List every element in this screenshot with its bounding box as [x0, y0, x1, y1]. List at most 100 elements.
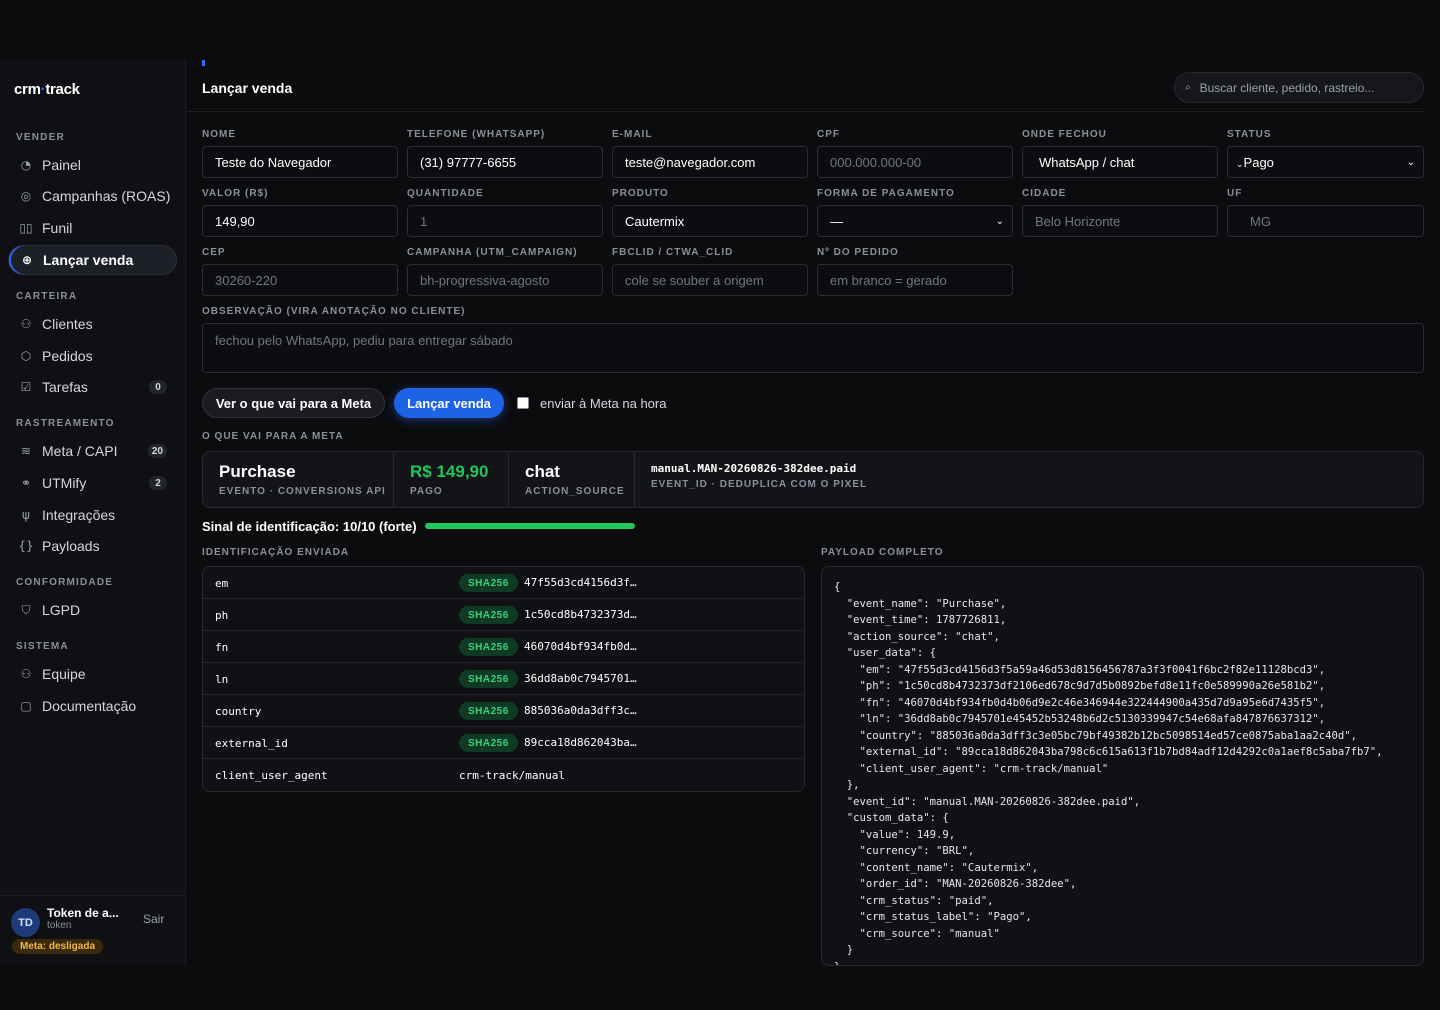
- valor-label: VALOR (R$): [202, 188, 269, 199]
- telefone-field[interactable]: (31) 97777-6655: [407, 146, 603, 178]
- table-row: country SHA256 885036a0da3dff3c…: [203, 695, 804, 727]
- sidebar-item-painel[interactable]: ◔ Painel: [8, 150, 177, 180]
- sidebar-item-payloads[interactable]: {} Payloads: [8, 531, 177, 561]
- identification-label: IDENTIFICAÇÃO ENVIADA: [202, 547, 350, 558]
- quantidade-field[interactable]: 1: [407, 205, 603, 237]
- signal-icon: ≋: [20, 444, 32, 458]
- utmify-count-badge: 2: [149, 476, 167, 490]
- sidebar-item-documentacao[interactable]: ▢ Documentação: [8, 691, 177, 721]
- campanha-field[interactable]: bh-progressiva-agosto: [407, 264, 603, 296]
- tarefas-count-badge: 0: [149, 380, 167, 394]
- sidebar-item-lancar-venda[interactable]: ⊕ Lançar venda: [8, 245, 177, 275]
- summary-source: chat ACTION_SOURCE: [509, 452, 635, 507]
- logout-button[interactable]: Sair: [143, 912, 164, 926]
- pagamento-label: FORMA DE PAGAMENTO: [817, 188, 955, 199]
- box-icon: ⬡: [20, 349, 32, 363]
- produto-label: PRODUTO: [612, 188, 669, 199]
- send-now-label: enviar à Meta na hora: [540, 396, 667, 411]
- payload-code: { "event_name": "Purchase", "event_time"…: [834, 581, 1383, 965]
- payload-label: PAYLOAD COMPLETO: [821, 547, 944, 558]
- section-sistema: SISTEMA: [16, 641, 69, 652]
- sha256-badge: SHA256: [459, 574, 518, 592]
- summary-value: R$ 149,90 PAGO: [394, 452, 509, 507]
- cpf-label: CPF: [817, 129, 840, 140]
- user-role: token: [47, 920, 72, 931]
- fbclid-label: FBCLID / CTWA_CLID: [612, 247, 734, 258]
- table-row: client_user_agent crm-track/manual: [203, 759, 804, 791]
- sidebar-item-tarefas[interactable]: ☑ Tarefas 0: [8, 372, 177, 402]
- observacao-label: OBSERVAÇÃO (VIRA ANOTAÇÃO NO CLIENTE): [202, 306, 466, 317]
- cep-label: CEP: [202, 247, 226, 258]
- target-icon: ◎: [20, 189, 32, 203]
- uf-field[interactable]: MG: [1227, 205, 1424, 237]
- section-conformidade: CONFORMIDADE: [16, 577, 114, 588]
- onde-fechou-select[interactable]: WhatsApp / chat: [1022, 146, 1218, 178]
- team-icon: ⚇: [20, 667, 32, 681]
- nome-field[interactable]: Teste do Navegador: [202, 146, 398, 178]
- sidebar-item-funil[interactable]: ▯▯ Funil: [8, 213, 177, 243]
- funnel-icon: ▯▯: [19, 221, 33, 235]
- sha256-badge: SHA256: [459, 702, 518, 720]
- pedido-field[interactable]: em branco = gerado: [817, 264, 1013, 296]
- send-now-checkbox[interactable]: [517, 397, 529, 409]
- telefone-label: TELEFONE (WHATSAPP): [407, 129, 546, 140]
- sidebar-item-meta-capi[interactable]: ≋ Meta / CAPI 20: [8, 436, 177, 466]
- row-key: country: [215, 705, 262, 718]
- cidade-label: CIDADE: [1022, 188, 1067, 199]
- chevron-down-icon: ⌄: [1406, 156, 1415, 168]
- status-label: STATUS: [1227, 129, 1272, 140]
- row-value: 89cca18d862043ba…: [524, 736, 637, 749]
- fbclid-field[interactable]: cole se souber a origem: [612, 264, 808, 296]
- plug-icon: ψ: [22, 508, 30, 522]
- preview-meta-button[interactable]: Ver o que vai para a Meta: [202, 388, 385, 418]
- braces-icon: {}: [18, 539, 34, 553]
- sidebar-item-utmify[interactable]: ⚭ UTMify 2: [8, 468, 177, 498]
- signal-progress-fill: [425, 523, 635, 529]
- avatar: TD: [11, 908, 40, 937]
- row-key: em: [215, 577, 229, 590]
- meta-preview-label: O QUE VAI PARA A META: [202, 431, 344, 442]
- checkbox-icon: ☑: [20, 380, 32, 394]
- search-input[interactable]: ⌕ Buscar cliente, pedido, rastreio...: [1174, 72, 1424, 103]
- user-box: TD Token de a... token Sair Meta: deslig…: [0, 895, 186, 966]
- email-field[interactable]: teste@navegador.com: [612, 146, 808, 178]
- search-icon: ⌕: [1185, 82, 1191, 93]
- pagamento-select[interactable]: — ⌄: [817, 205, 1013, 237]
- sidebar-item-lgpd[interactable]: ⛉ LGPD: [8, 595, 177, 625]
- doc-icon: ▢: [20, 699, 32, 713]
- row-value: crm-track/manual: [459, 769, 565, 782]
- uf-label: UF: [1227, 188, 1243, 199]
- summary-event-id: manual.MAN-20260826-382dee.paid EVENT_ID…: [651, 462, 868, 490]
- user-name: Token de a...: [47, 906, 119, 920]
- sha256-badge: SHA256: [459, 638, 518, 656]
- produto-field[interactable]: Cautermix: [612, 205, 808, 237]
- cpf-field[interactable]: 000.000.000-00: [817, 146, 1013, 178]
- sidebar-item-campanhas[interactable]: ◎ Campanhas (ROAS): [8, 181, 177, 211]
- sidebar-item-pedidos[interactable]: ⬡ Pedidos: [8, 341, 177, 371]
- page-title: Lançar venda: [202, 80, 293, 96]
- cep-field[interactable]: 30260-220: [202, 264, 398, 296]
- quantidade-label: QUANTIDADE: [407, 188, 484, 199]
- sidebar-item-integracoes[interactable]: ψ Integrações: [8, 500, 177, 530]
- payload-viewer[interactable]: { "event_name": "Purchase", "event_time"…: [821, 566, 1424, 966]
- table-row: ph SHA256 1c50cd8b4732373d…: [203, 599, 804, 631]
- sidebar-item-clientes[interactable]: ⚇ Clientes: [8, 309, 177, 339]
- lancar-venda-button[interactable]: Lançar venda: [394, 388, 504, 418]
- nome-label: NOME: [202, 129, 236, 140]
- status-select[interactable]: ⌄Pago ⌄: [1227, 146, 1424, 178]
- signal-text: Sinal de identificação: 10/10 (forte): [202, 519, 417, 534]
- identification-table: em SHA256 47f55d3cd4156d3f… ph SHA256 1c50cd8…: [202, 566, 805, 792]
- meta-status-badge: Meta: desligada: [12, 939, 104, 954]
- meta-summary-card: Purchase EVENTO · CONVERSIONS API R$ 149…: [202, 451, 1424, 508]
- observacao-textarea[interactable]: fechou pelo WhatsApp, pediu para entrega…: [202, 323, 1424, 373]
- table-row: fn SHA256 46070d4bf934fb0d…: [203, 631, 804, 663]
- valor-field[interactable]: 149,90: [202, 205, 398, 237]
- section-carteira: CARTEIRA: [16, 291, 78, 302]
- email-label: E-MAIL: [612, 129, 653, 140]
- meta-count-badge: 20: [147, 444, 167, 458]
- sidebar-item-equipe[interactable]: ⚇ Equipe: [8, 659, 177, 689]
- row-key: client_user_agent: [215, 769, 328, 782]
- logo[interactable]: crm·track: [14, 81, 80, 98]
- cidade-field[interactable]: Belo Horizonte: [1022, 205, 1218, 237]
- dashboard-icon: ◔: [20, 158, 32, 172]
